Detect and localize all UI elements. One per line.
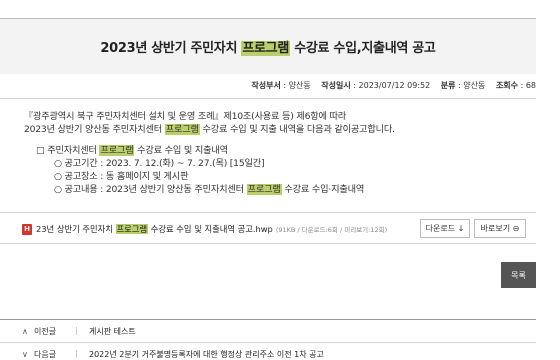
preview-button[interactable]: 바로보기 ⊖ <box>474 219 526 238</box>
prev-post-link[interactable]: 게시판 테스트 <box>89 326 136 337</box>
view-count: 68 <box>525 81 536 90</box>
post-content: 『광주광역시 북구 주민자치센터 설치 및 운영 조례』제10조(사용료 등) … <box>24 111 395 195</box>
prev-post-row[interactable]: ∧ 이전글 게시판 테스트 <box>0 320 536 342</box>
category: 양산동 <box>463 81 486 90</box>
attachment-meta: (91KB / 다운로드:6회 / 미리보기:12회) <box>275 226 388 234</box>
divider <box>0 212 536 213</box>
post-meta: 작성부서 : 양산동 작성일시 : 2023/07/12 09:52 분류 : … <box>251 81 536 90</box>
divider <box>0 98 536 99</box>
post-date: 2023/07/12 09:52 <box>358 81 431 90</box>
next-post-row[interactable]: ∨ 다음글 2022년 2분기 거주불명등록자에 대한 행정상 관리주소 이전 … <box>0 343 536 360</box>
attachment-link[interactable]: 23년 상반기 주민자치 프로그램 수강료 수입 및 지출내역 공고.hwp <box>36 223 273 235</box>
search-highlight: 프로그램 <box>241 41 290 56</box>
author: 양산동 <box>288 81 311 90</box>
chevron-up-icon: ∧ <box>22 326 28 336</box>
download-button[interactable]: 다운로드 ↓ <box>420 219 470 238</box>
post-title-box: 2023년 상반기 주민자치 프로그램 수강료 수입,지출내역 공고 <box>0 18 536 74</box>
post-title: 2023년 상반기 주민자치 프로그램 수강료 수입,지출내역 공고 <box>100 41 436 56</box>
chevron-down-icon: ∨ <box>22 349 28 359</box>
divider <box>0 243 536 244</box>
next-post-link[interactable]: 2022년 2분기 거주불명등록자에 대한 행정상 관리주소 이전 1차 공고 <box>89 349 324 360</box>
hwp-file-icon: H <box>22 223 32 235</box>
list-button[interactable]: 목록 <box>501 262 536 288</box>
